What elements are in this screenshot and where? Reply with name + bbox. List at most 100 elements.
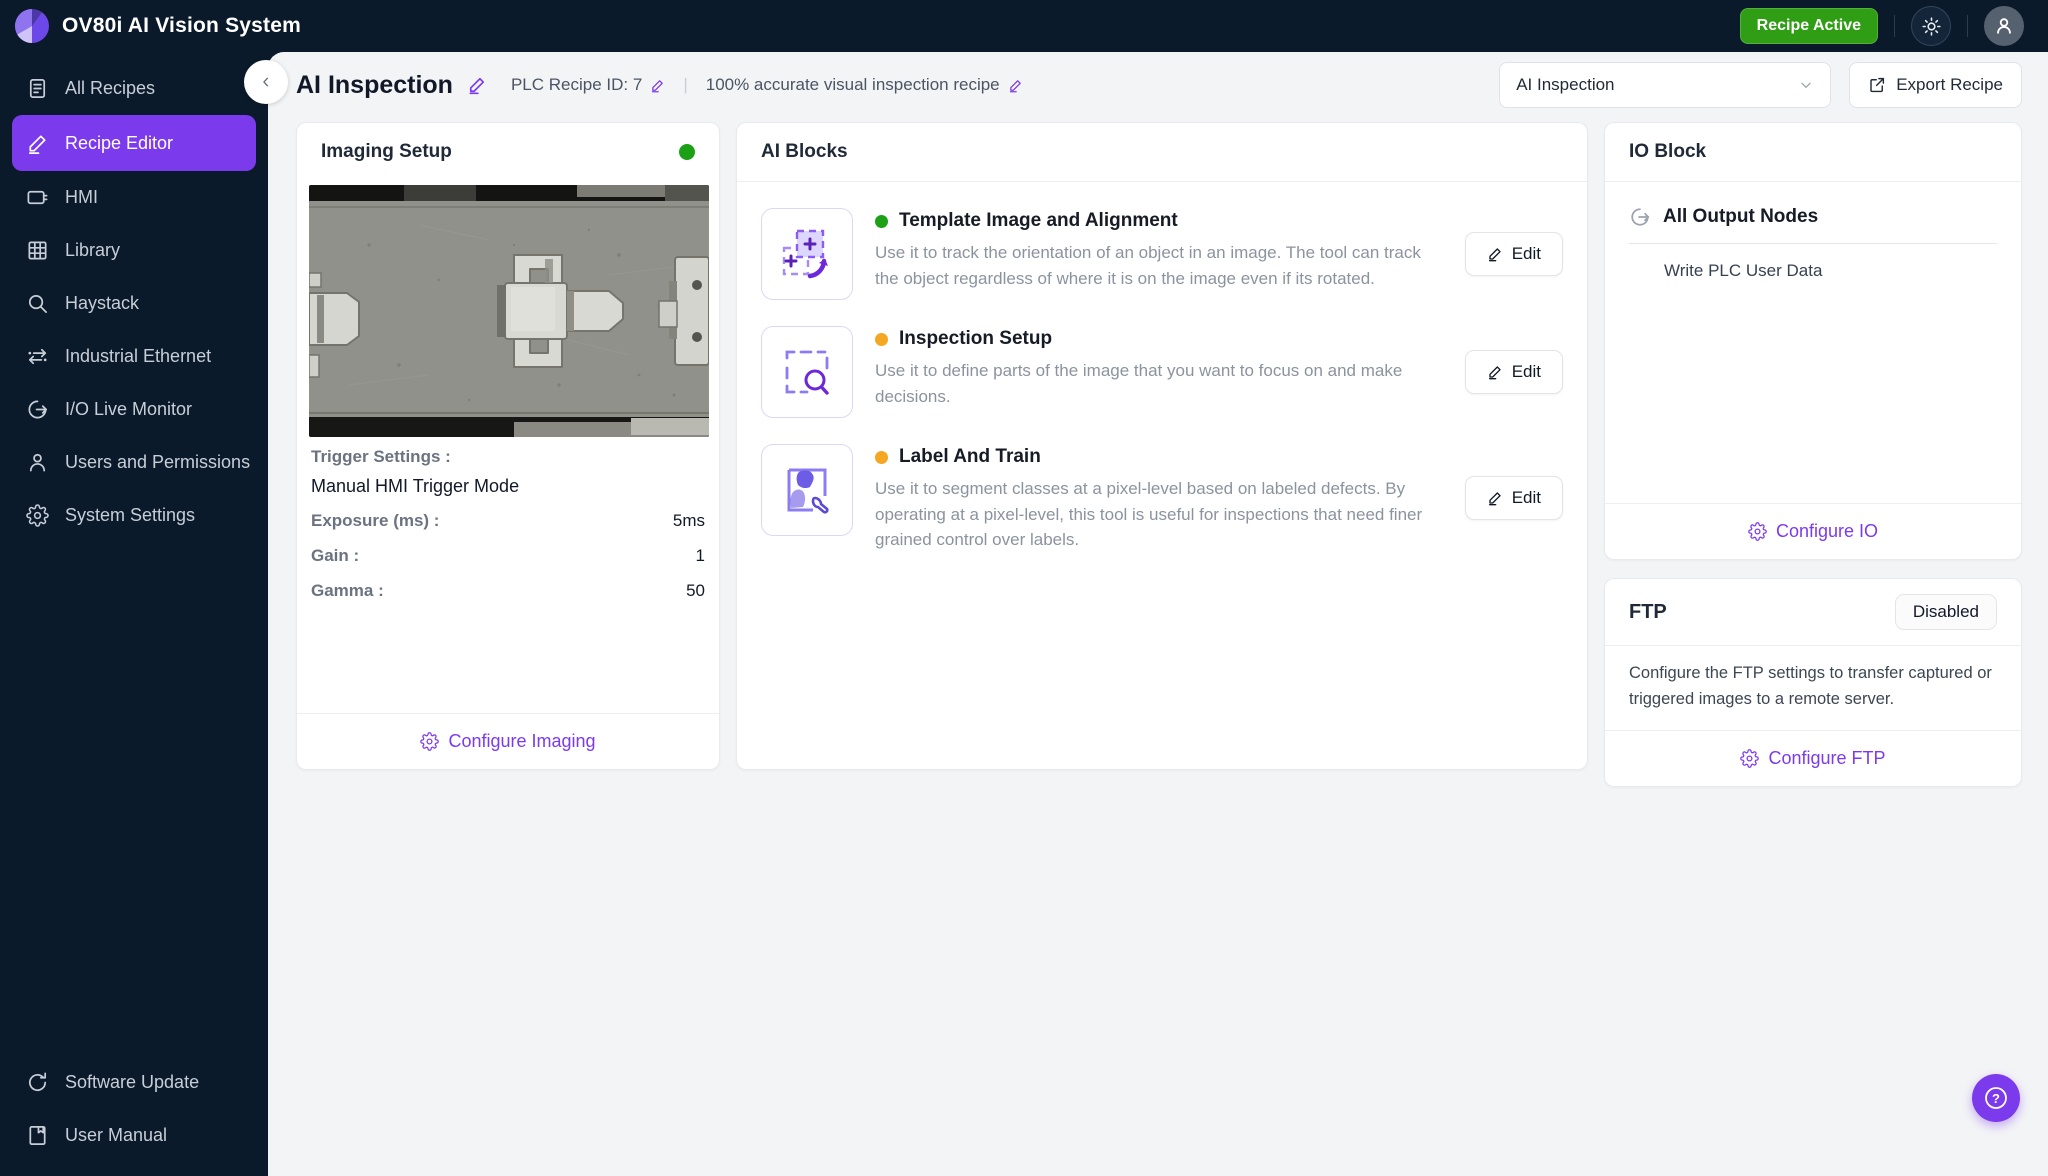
imaging-setup-title: Imaging Setup xyxy=(321,141,452,162)
sidebar-item-haystack[interactable]: Haystack xyxy=(0,277,268,330)
sidebar-item-hmi[interactable]: HMI xyxy=(0,171,268,224)
sidebar-item-user-manual[interactable]: User Manual xyxy=(0,1109,268,1162)
trigger-settings-label: Trigger Settings : xyxy=(311,447,451,466)
ai-blocks-card: AI Blocks Template Image and Alignment U… xyxy=(736,122,1588,770)
page-header: AI Inspection PLC Recipe ID: 7 | 100% ac… xyxy=(268,52,2048,118)
io-block-title: IO Block xyxy=(1629,141,1707,162)
ai-blocks-title: AI Blocks xyxy=(761,141,848,162)
template-alignment-icon xyxy=(761,208,853,300)
pencil-icon xyxy=(1488,248,1501,262)
output-nodes-icon xyxy=(1631,208,1650,226)
ftp-description: Configure the FTP settings to transfer c… xyxy=(1629,664,1992,708)
trigger-mode-value: Manual HMI Trigger Mode xyxy=(311,476,520,496)
edit-description-icon[interactable] xyxy=(1008,78,1023,93)
ftp-status-badge: Disabled xyxy=(1894,594,1997,630)
exposure-value: 5ms xyxy=(672,511,705,530)
sidebar-item-label: User Manual xyxy=(65,1125,168,1145)
sidebar-item-label: HMI xyxy=(65,187,98,207)
main-content: AI Inspection PLC Recipe ID: 7 | 100% ac… xyxy=(268,52,2048,1176)
sidebar-item-users-permissions[interactable]: Users and Permissions xyxy=(0,436,268,489)
configure-io-button[interactable]: Configure IO xyxy=(1605,503,2021,559)
sidebar-item-label: Software Update xyxy=(65,1072,200,1092)
block-description: Use it to segment classes at a pixel-lev… xyxy=(875,479,1423,549)
sidebar-item-system-settings[interactable]: System Settings xyxy=(0,489,268,542)
label-and-train-icon xyxy=(761,444,853,536)
edit-button-label: Edit xyxy=(1511,362,1541,381)
configure-imaging-button[interactable]: Configure Imaging xyxy=(297,713,719,769)
block-description: Use it to track the orientation of an ob… xyxy=(875,243,1421,288)
sidebar: All Recipes Recipe Editor HMI Library Ha… xyxy=(0,52,268,1176)
export-recipe-button[interactable]: Export Recipe xyxy=(1849,62,2022,108)
block-status-dot xyxy=(875,214,888,228)
user-avatar[interactable] xyxy=(1984,6,2024,46)
page-title: AI Inspection xyxy=(296,70,453,99)
gear-icon xyxy=(420,732,440,751)
divider xyxy=(1967,15,1968,37)
gamma-label: Gamma : xyxy=(311,581,384,600)
sidebar-item-software-update[interactable]: Software Update xyxy=(0,1056,268,1109)
recipe-active-badge: Recipe Active xyxy=(1739,8,1878,44)
ai-block-item-template-alignment: Template Image and Alignment Use it to t… xyxy=(737,182,1587,300)
users-icon xyxy=(26,451,49,474)
setting-row-exposure: Exposure (ms) : 5ms xyxy=(311,511,705,531)
export-icon xyxy=(1870,77,1885,93)
imaging-settings: Trigger Settings : Manual HMI Trigger Mo… xyxy=(297,437,719,616)
sidebar-item-label: Users and Permissions xyxy=(65,452,251,472)
sidebar-item-label: System Settings xyxy=(65,505,196,525)
sidebar-item-label: Haystack xyxy=(65,293,140,313)
sidebar-item-label: Library xyxy=(65,240,121,260)
divider xyxy=(1894,15,1895,37)
imaging-status-dot xyxy=(679,144,695,160)
edit-template-alignment-button[interactable]: Edit xyxy=(1464,232,1563,276)
gear-icon xyxy=(1748,522,1767,541)
ftp-card: FTP Disabled Configure the FTP settings … xyxy=(1604,578,2022,788)
io-block-card: IO Block All Output Nodes Write PLC User… xyxy=(1604,122,2022,560)
sidebar-collapse-button[interactable] xyxy=(244,60,288,104)
sidebar-item-label: I/O Live Monitor xyxy=(65,399,193,419)
topbar: OV80i AI Vision System Recipe Active xyxy=(0,0,2048,52)
sun-icon xyxy=(1921,16,1941,36)
help-button[interactable]: ? xyxy=(1972,1074,2020,1122)
configure-io-label: Configure IO xyxy=(1775,521,1879,541)
sidebar-item-io-live-monitor[interactable]: I/O Live Monitor xyxy=(0,383,268,436)
configure-ftp-label: Configure FTP xyxy=(1768,748,1886,769)
app-title: OV80i AI Vision System xyxy=(62,14,301,37)
edit-button-label: Edit xyxy=(1511,488,1541,508)
recipe-select[interactable]: AI Inspection xyxy=(1499,62,1832,108)
gamma-value: 50 xyxy=(686,581,705,600)
ethernet-icon xyxy=(26,345,49,368)
block-status-dot xyxy=(875,450,888,464)
recipe-editor-icon xyxy=(26,132,49,155)
hmi-icon xyxy=(26,186,49,209)
edit-recipe-name-icon[interactable] xyxy=(467,75,487,95)
configure-imaging-label: Configure Imaging xyxy=(448,731,596,751)
imaging-setup-card: Imaging Setup Trigger Settings: Manual … xyxy=(296,122,720,770)
ai-block-item-inspection-setup: Inspection Setup Use it to define parts … xyxy=(737,300,1587,418)
refresh-icon xyxy=(26,1071,49,1094)
pencil-icon xyxy=(1488,366,1501,380)
gear-icon xyxy=(1740,749,1760,768)
library-icon xyxy=(26,239,49,262)
edit-plc-id-icon[interactable] xyxy=(650,78,665,93)
inspection-setup-icon xyxy=(761,326,853,418)
question-mark-icon: ? xyxy=(1985,1087,2007,1109)
sidebar-item-label: Industrial Ethernet xyxy=(65,346,212,366)
theme-brightness-button[interactable] xyxy=(1911,6,1951,46)
sidebar-item-label: Recipe Editor xyxy=(65,132,174,153)
ai-block-item-label-and-train: Label And Train Use it to segment classe… xyxy=(737,418,1587,553)
sidebar-item-industrial-ethernet[interactable]: Industrial Ethernet xyxy=(0,330,268,383)
sidebar-item-all-recipes[interactable]: All Recipes xyxy=(0,62,268,115)
edit-button-label: Edit xyxy=(1511,244,1541,263)
configure-ftp-button[interactable]: Configure FTP xyxy=(1605,730,2021,786)
output-node-item[interactable]: Write PLC User Data xyxy=(1629,244,1997,281)
settings-icon xyxy=(26,504,49,527)
edit-inspection-setup-button[interactable]: Edit xyxy=(1464,350,1563,394)
plc-recipe-id: PLC Recipe ID: 7 xyxy=(510,75,643,94)
edit-label-and-train-button[interactable]: Edit xyxy=(1464,476,1563,521)
exposure-label: Exposure (ms) : xyxy=(311,511,440,530)
sidebar-item-recipe-editor[interactable]: Recipe Editor xyxy=(12,115,256,171)
recipes-icon xyxy=(26,77,49,100)
manual-icon xyxy=(26,1124,49,1147)
ftp-title: FTP xyxy=(1629,600,1667,623)
sidebar-item-library[interactable]: Library xyxy=(0,224,268,277)
